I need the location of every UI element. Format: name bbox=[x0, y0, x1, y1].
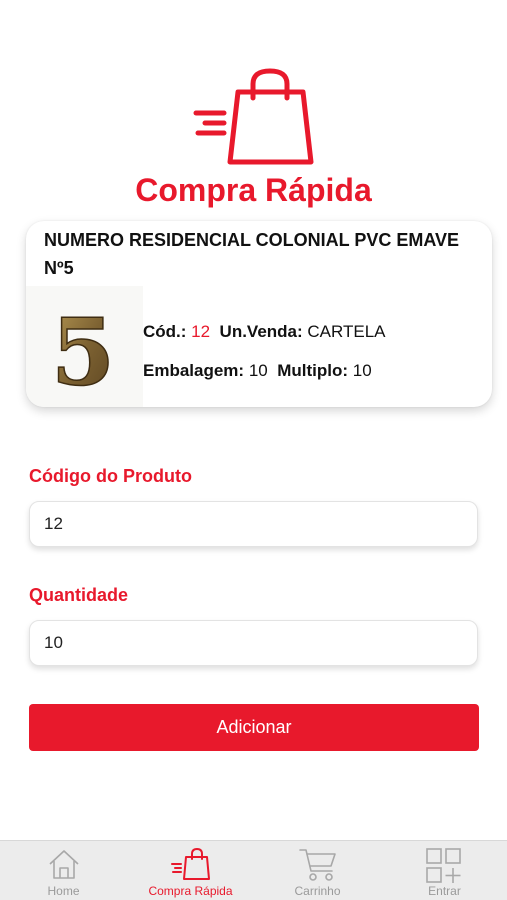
page-title: Compra Rápida bbox=[135, 172, 372, 208]
package-value: 10 bbox=[248, 361, 268, 380]
tab-home[interactable]: Home bbox=[0, 841, 127, 900]
tab-login-label: Entrar bbox=[428, 884, 461, 898]
multiple-value: 10 bbox=[352, 361, 372, 380]
add-button[interactable]: Adicionar bbox=[29, 704, 479, 751]
quick-buy-screen: Compra Rápida NUMERO RESIDENCIAL COLONIA… bbox=[0, 0, 507, 900]
shopping-bag-icon bbox=[171, 848, 210, 880]
product-name: NUMERO RESIDENCIAL COLONIAL PVC EMAVE Nº… bbox=[44, 230, 460, 278]
grid-add-icon bbox=[426, 848, 461, 883]
package-multiple-line: Embalagem: 10 Multiplo: 10 bbox=[143, 360, 386, 382]
quantity-input[interactable] bbox=[29, 620, 478, 666]
package-label: Embalagem: bbox=[143, 361, 245, 380]
tab-cart-label: Carrinho bbox=[294, 884, 341, 898]
tab-quick-buy-label: Compra Rápida bbox=[148, 884, 233, 898]
product-code-label: Código do Produto bbox=[29, 466, 192, 486]
product-code-input[interactable] bbox=[29, 501, 478, 547]
tab-login[interactable]: Entrar bbox=[381, 841, 507, 900]
bottom-tab-bar: Home Compra Rápida Carrinho Entrar bbox=[0, 840, 507, 900]
quantity-label: Quantidade bbox=[29, 585, 129, 605]
code-value: 12 bbox=[191, 322, 211, 341]
shopping-bag-hero-icon bbox=[193, 68, 314, 165]
tab-home-label: Home bbox=[47, 884, 80, 898]
cart-icon bbox=[299, 849, 336, 881]
code-label: Cód.: bbox=[143, 322, 187, 341]
tab-quick-buy[interactable]: Compra Rápida bbox=[127, 841, 254, 900]
code-unit-line: Cód.: 12 Un.Venda: CARTELA bbox=[143, 321, 386, 343]
product-image: 5 bbox=[26, 286, 143, 407]
product-card: NUMERO RESIDENCIAL COLONIAL PVC EMAVE Nº… bbox=[26, 221, 492, 407]
unit-value: CARTELA bbox=[307, 322, 386, 341]
product-digit: 5 bbox=[51, 298, 115, 406]
home-icon bbox=[49, 850, 79, 879]
tab-cart[interactable]: Carrinho bbox=[254, 841, 381, 900]
unit-label: Un.Venda: bbox=[219, 322, 303, 341]
product-details: Cód.: 12 Un.Venda: CARTELA Embalagem: 10… bbox=[143, 321, 386, 399]
multiple-label: Multiplo: bbox=[277, 361, 349, 380]
